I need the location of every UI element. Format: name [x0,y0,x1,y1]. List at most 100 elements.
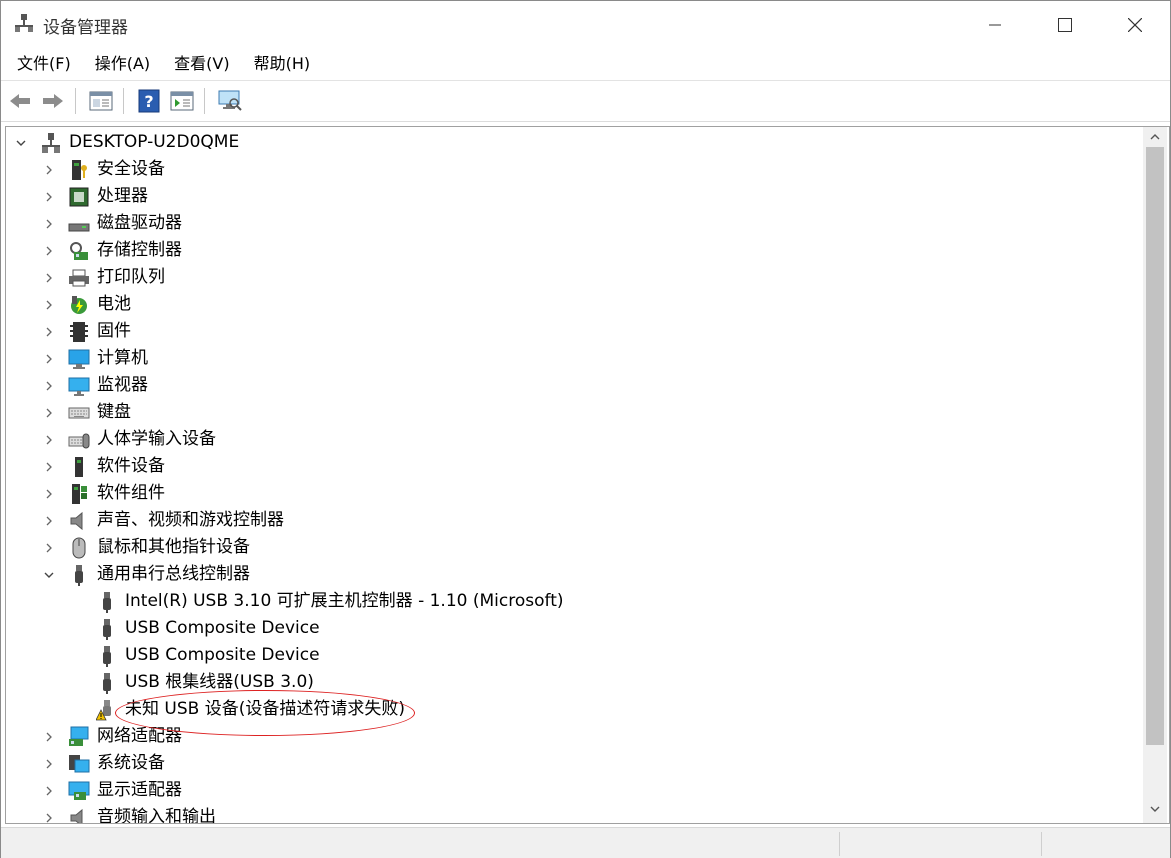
maximize-button[interactable] [1030,1,1100,48]
tree-category[interactable]: 人体学输入设备 [42,426,216,453]
chevron-right-icon[interactable] [42,379,56,393]
tree-device[interactable]: USB Composite Device [96,642,320,669]
tree-device[interactable]: USB 根集线器(USB 3.0) [96,669,314,696]
scrollbar-thumb[interactable] [1146,147,1164,745]
tree-category[interactable]: 通用串行总线控制器 [42,561,250,588]
scan-hardware-icon [218,90,242,111]
usb-warning-icon [96,699,118,721]
chevron-right-icon[interactable] [42,163,56,177]
menu-action[interactable]: 操作(A) [87,48,158,80]
close-button[interactable] [1100,1,1170,48]
tree-category[interactable]: 电池 [42,291,131,318]
scan-hardware-button[interactable] [216,87,244,115]
chevron-right-icon[interactable] [42,244,56,258]
forward-button[interactable] [39,87,67,115]
tree-category-label: 存储控制器 [97,240,182,260]
tree-category-label: 系统设备 [97,753,165,773]
tree-category[interactable]: 键盘 [42,399,131,426]
status-divider [1041,832,1042,856]
menu-help[interactable]: 帮助(H) [246,48,319,80]
tree-device[interactable]: USB Composite Device [96,615,320,642]
usb-icon [96,645,118,667]
action-pane-icon [170,91,194,111]
software-device-icon [68,456,90,478]
minimize-button[interactable] [960,1,1030,48]
chevron-right-icon[interactable] [42,811,56,824]
tree-category-label: 安全设备 [97,159,165,179]
tree-category-label: 声音、视频和游戏控制器 [97,510,284,530]
tree-category-label: 计算机 [97,348,148,368]
usb-icon [96,618,118,640]
system-device-icon [68,753,90,775]
chevron-right-icon[interactable] [42,541,56,555]
tree-category[interactable]: 系统设备 [42,750,165,777]
tree-category[interactable]: 软件设备 [42,453,165,480]
chevron-right-icon[interactable] [42,217,56,231]
tree-category-label: 软件组件 [97,483,165,503]
chevron-right-icon[interactable] [42,460,56,474]
keyboard-icon [68,402,90,424]
chevron-right-icon[interactable] [42,271,56,285]
tree-category[interactable]: 存储控制器 [42,237,182,264]
menu-file[interactable]: 文件(F) [9,48,79,80]
tree-category-label: 键盘 [97,402,131,422]
tree-device-warning[interactable]: 未知 USB 设备(设备描述符请求失败) [96,696,405,723]
device-tree: DESKTOP-U2D0QME 安全设备 处理器 磁盘驱动器 存储控制器 打印队… [6,127,1143,823]
menu-view[interactable]: 查看(V) [166,48,237,80]
scroll-down-icon[interactable] [1143,799,1167,819]
tree-category[interactable]: 固件 [42,318,131,345]
svg-text:?: ? [144,92,153,111]
chevron-right-icon[interactable] [42,514,56,528]
vertical-scrollbar[interactable] [1143,127,1167,823]
battery-icon [68,294,90,316]
disk-drive-icon [68,213,90,235]
action-pane-button[interactable] [168,87,196,115]
computer-network-icon [40,132,62,154]
tree-category-label: 磁盘驱动器 [97,213,182,233]
chevron-right-icon[interactable] [42,406,56,420]
chevron-right-icon[interactable] [42,487,56,501]
chevron-right-icon[interactable] [42,190,56,204]
tree-category[interactable]: 显示适配器 [42,777,182,804]
tree-category-label: 电池 [97,294,131,314]
storage-controller-icon [68,240,90,262]
chevron-right-icon[interactable] [42,784,56,798]
tree-category[interactable]: 磁盘驱动器 [42,210,182,237]
usb-icon [96,591,118,613]
chevron-down-icon[interactable] [14,136,28,150]
back-button[interactable] [6,87,34,115]
tree-category-label: 固件 [97,321,131,341]
tree-category[interactable]: 网络适配器 [42,723,182,750]
chevron-right-icon[interactable] [42,325,56,339]
window-title: 设备管理器 [43,18,128,38]
chevron-down-icon[interactable] [42,568,56,582]
properties-button[interactable] [87,87,115,115]
help-button[interactable]: ? [135,87,163,115]
chevron-right-icon[interactable] [42,730,56,744]
tree-category[interactable]: 计算机 [42,345,148,372]
chevron-right-icon[interactable] [42,352,56,366]
chevron-right-icon[interactable] [42,757,56,771]
chevron-right-icon[interactable] [42,433,56,447]
tree-device[interactable]: Intel(R) USB 3.10 可扩展主机控制器 - 1.10 (Micro… [96,588,564,615]
tree-category-label: 监视器 [97,375,148,395]
firmware-icon [68,321,90,343]
tree-root[interactable]: DESKTOP-U2D0QME [14,129,239,156]
speaker-icon [68,510,90,532]
tree-category[interactable]: 音频输入和输出 [42,804,216,823]
tree-category-label: 软件设备 [97,456,165,476]
chevron-right-icon[interactable] [42,298,56,312]
tree-category[interactable]: 打印队列 [42,264,165,291]
toolbar: ? [1,81,1170,122]
tree-category[interactable]: 声音、视频和游戏控制器 [42,507,284,534]
tree-category[interactable]: 鼠标和其他指针设备 [42,534,250,561]
human-interface-device-icon [68,429,90,451]
tree-category[interactable]: 软件组件 [42,480,165,507]
properties-icon [89,91,113,111]
tree-category[interactable]: 处理器 [42,183,148,210]
scroll-up-icon[interactable] [1143,127,1167,147]
tree-category[interactable]: 监视器 [42,372,148,399]
tree-category-label: 处理器 [97,186,148,206]
tree-category[interactable]: 安全设备 [42,156,165,183]
processor-icon [68,186,90,208]
